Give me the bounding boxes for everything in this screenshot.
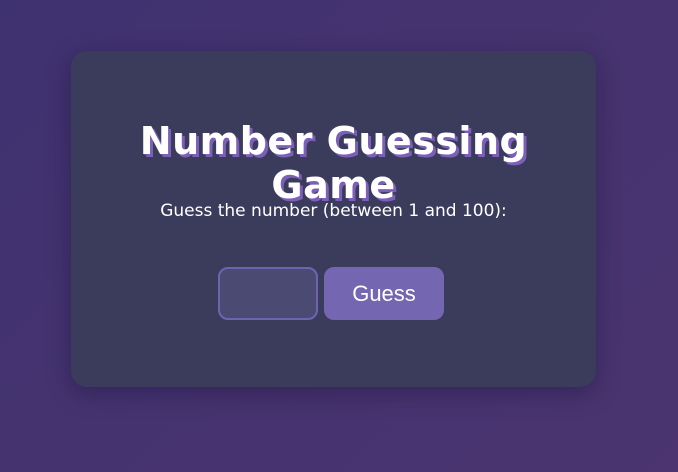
game-card: Number Guessing Game Guess the number (b… bbox=[71, 51, 596, 387]
guess-button[interactable]: Guess bbox=[324, 267, 444, 320]
guess-controls: Guess bbox=[218, 267, 444, 320]
instructions-text: Guess the number (between 1 and 100): bbox=[160, 201, 507, 221]
page-title: Number Guessing Game bbox=[139, 119, 528, 207]
guess-input[interactable] bbox=[218, 267, 318, 320]
